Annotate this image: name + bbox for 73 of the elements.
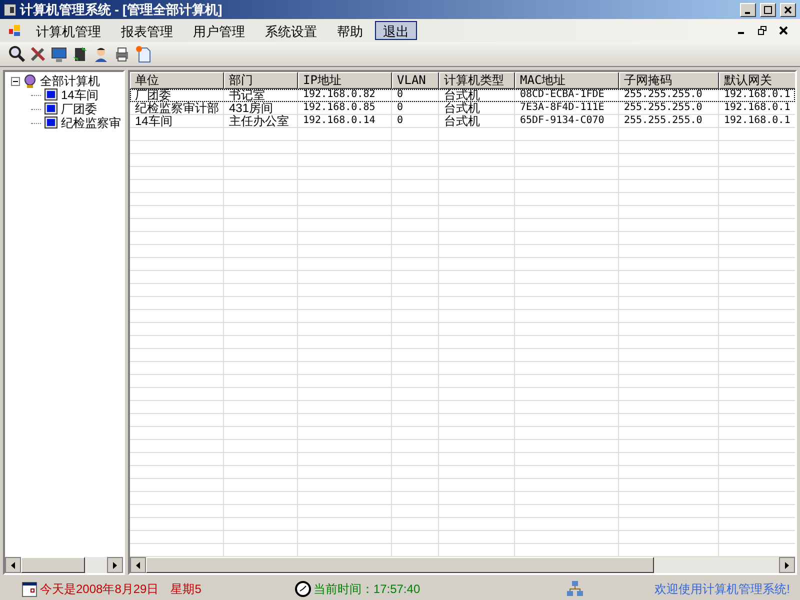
- search-icon[interactable]: [8, 45, 26, 63]
- monitor-icon[interactable]: [50, 45, 68, 63]
- computer-icon: [44, 102, 58, 116]
- horizontal-scrollbar[interactable]: [5, 557, 123, 573]
- close-icon[interactable]: [779, 26, 788, 35]
- calendar-icon: [22, 582, 37, 596]
- horizontal-scrollbar[interactable]: [130, 557, 795, 573]
- window-title: 计算机管理系统 - [管理全部计算机]: [20, 0, 224, 19]
- transfer-icon[interactable]: [71, 45, 89, 63]
- menu-item[interactable]: 计算机管理: [28, 21, 109, 40]
- time-text: 当前时间：17:57:40: [313, 581, 420, 598]
- table-cell: 192.168.0.14: [298, 115, 392, 128]
- computer-icon: [44, 88, 58, 102]
- minimize-button[interactable]: [740, 2, 756, 16]
- column-header[interactable]: 计算机类型: [439, 72, 515, 89]
- table-cell: 0: [392, 89, 439, 102]
- table-cell: 书记室: [224, 89, 298, 102]
- table-cell: 192.168.0.1: [719, 102, 795, 115]
- table-cell: 192.168.0.1: [719, 115, 795, 128]
- column-header[interactable]: IP地址: [298, 72, 392, 89]
- table-cell: 主任办公室: [224, 115, 298, 128]
- table-cell: 65DF-9134-C070: [515, 115, 619, 128]
- menu-item[interactable]: 帮助: [329, 21, 371, 40]
- computer-icon: [44, 116, 58, 130]
- column-header[interactable]: VLAN: [392, 72, 439, 89]
- table-cell: 192.168.0.82: [298, 89, 392, 102]
- left-arrow-icon[interactable]: [11, 562, 15, 568]
- welcome-text: 欢迎使用计算机管理系统!: [654, 581, 790, 598]
- app-icon: [4, 4, 16, 16]
- table-cell: 192.168.0.1: [719, 89, 795, 102]
- expander-icon[interactable]: [11, 76, 20, 86]
- table-cell: 255.255.255.0: [619, 89, 719, 102]
- column-header[interactable]: 部门: [224, 72, 298, 89]
- column-header[interactable]: 单位: [130, 72, 224, 89]
- menu-item[interactable]: 用户管理: [185, 21, 253, 40]
- menu-item[interactable]: 退出: [375, 21, 417, 40]
- right-arrow-icon[interactable]: [785, 562, 789, 568]
- column-header[interactable]: 默认网关: [719, 72, 795, 89]
- table-row[interactable]: 14车间 主任办公室 192.168.0.14 0 台式机 65DF-9134-C070 255.255.255.0 192.168.0.1: [130, 115, 795, 128]
- right-arrow-icon[interactable]: [113, 562, 117, 568]
- restore-icon[interactable]: [758, 26, 767, 35]
- window-icon: [8, 24, 22, 38]
- menu-item[interactable]: 系统设置: [257, 21, 325, 40]
- table-cell: 08CD-ECBA-1FDE: [515, 89, 619, 102]
- table-cell: 192.168.0.85: [298, 102, 392, 115]
- printer-icon[interactable]: [113, 45, 131, 63]
- globe-icon: [23, 74, 37, 88]
- menu-item[interactable]: 报表管理: [113, 21, 181, 40]
- table-row[interactable]: 纪检监察审计部 431房间 192.168.0.85 0 台式机 7E3A-8F4D-111E 255.255.255.0 192.168.0.1: [130, 102, 795, 115]
- clock-icon: [295, 581, 312, 597]
- table-cell: 纪检监察审计部: [130, 102, 224, 115]
- maximize-icon[interactable]: [764, 6, 772, 14]
- new-document-icon[interactable]: [134, 45, 152, 63]
- table-cell: 台式机: [439, 89, 515, 102]
- table-cell: 0: [392, 102, 439, 115]
- close-button[interactable]: [780, 2, 796, 16]
- left-arrow-icon[interactable]: [136, 562, 140, 568]
- network-icon: [566, 581, 583, 597]
- table-cell: 7E3A-8F4D-111E: [515, 102, 619, 115]
- table-cell: 255.255.255.0: [619, 102, 719, 115]
- column-header[interactable]: MAC地址: [515, 72, 619, 89]
- table-cell: 431房间: [224, 102, 298, 115]
- person-icon[interactable]: [92, 45, 110, 63]
- maximize-button[interactable]: [760, 2, 776, 16]
- weekday-text: 星期5: [170, 581, 202, 598]
- table-cell: 0: [392, 115, 439, 128]
- table-cell: 14车间: [130, 115, 224, 128]
- date-text: 今天是2008年8月29日: [40, 581, 159, 598]
- table-cell: 255.255.255.0: [619, 115, 719, 128]
- column-header[interactable]: 子网掩码: [619, 72, 719, 89]
- table-cell: 台式机: [439, 102, 515, 115]
- table-cell: 台式机: [439, 115, 515, 128]
- close-icon[interactable]: [784, 6, 792, 14]
